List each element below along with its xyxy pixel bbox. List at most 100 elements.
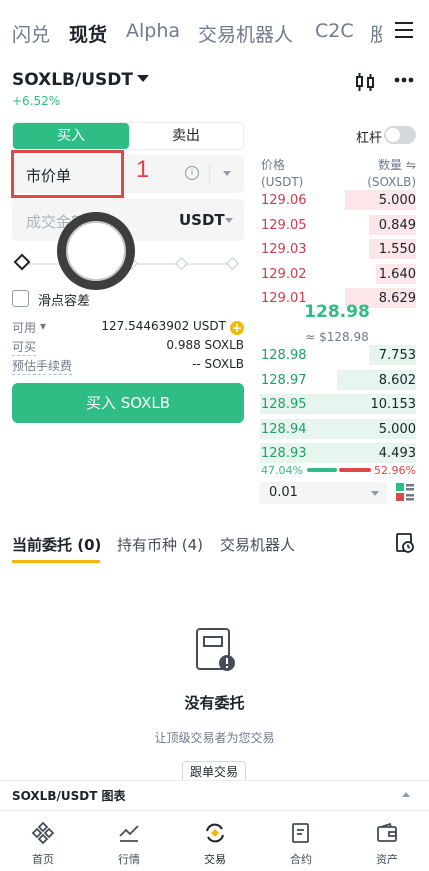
fee-value: -- SOXLB [192, 357, 244, 371]
info-icon[interactable]: i [185, 166, 199, 180]
buy-submit-button[interactable]: 买入 SOXLB [12, 383, 244, 423]
can-buy-label: 可买 [12, 340, 37, 356]
chart-bar-label: SOXLB/USDT 图表 [12, 789, 126, 803]
caret-down-icon[interactable]: ▾ [40, 319, 46, 333]
ask-row[interactable]: 129.06 5.000 [258, 190, 416, 210]
nav-trade[interactable]: 交易 [172, 811, 258, 871]
bid-row[interactable]: 128.95 10.153 [258, 394, 416, 414]
orders-tabs: 当前委托 (0) 持有币种 (4) 交易机器人 [0, 530, 429, 570]
bid-price: 128.95 [261, 397, 307, 412]
sell-ratio-bar [339, 468, 371, 472]
ask-row[interactable]: 129.05 0.849 [258, 214, 416, 235]
plus-icon[interactable]: + [230, 321, 244, 335]
empty-subtitle: 让顶级交易者为您交易 [154, 731, 275, 745]
touch-indicator [57, 212, 135, 290]
buy-sell-toggle: 买入 卖出 [12, 122, 244, 150]
order-history-icon[interactable] [396, 533, 414, 553]
bottom-nav: 首页 行情 交易 合约 资产 [0, 810, 429, 871]
bid-row[interactable]: 128.94 5.000 [258, 418, 416, 439]
tab-holdings[interactable]: 持有币种 (4) [117, 534, 203, 555]
ask-qty: 1.640 [378, 266, 416, 282]
amount-unit-select[interactable]: USDT [179, 211, 225, 229]
futures-icon [292, 823, 309, 843]
precision-select[interactable]: 0.01 [259, 482, 387, 504]
price-change: +6.52% [12, 94, 61, 108]
bid-row[interactable]: 128.93 4.493 [258, 443, 416, 463]
chart-bar[interactable]: SOXLB/USDT 图表 [0, 780, 429, 810]
bid-qty: 8.602 [378, 372, 416, 388]
highlight-box [11, 150, 124, 198]
nav-futures[interactable]: 合约 [258, 811, 344, 871]
top-tabs: 闪兑 现货 Alpha 交易机器人 C2C 股 [0, 0, 429, 62]
buy-ratio: 47.04% [261, 464, 303, 477]
caret-down-icon [371, 491, 379, 496]
swap-icon: ⇋ [405, 158, 416, 172]
bid-price: 128.97 [261, 372, 307, 388]
orderbook-layout-icon[interactable] [396, 483, 414, 501]
ask-row[interactable]: 129.03 1.550 [258, 239, 416, 259]
empty-title: 没有委托 [184, 694, 245, 712]
caret-down-icon [225, 218, 233, 223]
slider-mark[interactable] [175, 257, 188, 270]
bid-qty: 10.153 [370, 397, 417, 412]
ob-price-header: 价格 (USDT) [261, 158, 304, 189]
menu-icon[interactable] [395, 22, 415, 40]
tab-alpha[interactable]: Alpha [126, 20, 180, 42]
bid-row[interactable]: 128.97 8.602 [258, 369, 416, 390]
available-row: 可用 ▾ 127.54463902 USDT + [12, 319, 244, 335]
can-buy-value: 0.988 SOXLB [166, 338, 244, 352]
active-tab-underline [12, 560, 100, 563]
tab-stocks[interactable]: 股 [370, 20, 382, 47]
binance-logo-icon [31, 821, 55, 845]
slider-mark[interactable] [226, 257, 239, 270]
bid-qty: 5.000 [378, 421, 416, 437]
bid-row[interactable]: 128.98 7.753 [258, 345, 416, 365]
tab-trading-bots[interactable]: 交易机器人 [198, 20, 293, 47]
ask-qty: 5.000 [378, 193, 416, 208]
can-buy-row: 可买 0.988 SOXLB [12, 338, 244, 356]
tab-spot[interactable]: 现货 [69, 20, 107, 47]
available-label: 可用 [12, 321, 37, 335]
market-chart-icon [119, 825, 139, 842]
sell-tab[interactable]: 卖出 [129, 123, 243, 149]
pair-selector[interactable]: SOXLB/USDT [12, 70, 149, 90]
empty-orders-icon [196, 628, 235, 671]
leverage-label: 杠杆 [356, 131, 383, 146]
tab-swap[interactable]: 闪兑 [12, 20, 50, 47]
wallet-icon [377, 822, 397, 842]
bid-qty: 7.753 [378, 348, 416, 363]
ob-qty-header[interactable]: 数量 ⇋ (SOXLB) [367, 157, 416, 191]
ask-price: 129.05 [261, 217, 307, 233]
buy-ratio-bar [307, 468, 337, 472]
ask-price: 129.03 [261, 242, 307, 257]
divider [209, 164, 210, 184]
sell-ratio: 52.96% [374, 464, 416, 477]
leverage-switch[interactable] [384, 126, 416, 144]
bid-price: 128.98 [261, 348, 307, 363]
last-price: 128.98 [304, 302, 370, 322]
bid-price: 128.94 [261, 421, 307, 437]
tab-open-orders[interactable]: 当前委托 (0) [12, 534, 101, 555]
annotation-number: 1 [136, 156, 150, 183]
ask-price: 129.06 [261, 193, 307, 208]
buy-tab[interactable]: 买入 [13, 123, 129, 149]
precision-value: 0.01 [269, 485, 298, 500]
bid-price: 128.93 [261, 446, 307, 461]
slippage-label: 滑点容差 [38, 294, 91, 309]
ask-row[interactable]: 129.02 1.640 [258, 263, 416, 284]
tab-bots[interactable]: 交易机器人 [220, 534, 295, 555]
caret-down-icon [136, 75, 149, 82]
slippage-checkbox[interactable] [12, 290, 29, 307]
available-value: 127.54463902 USDT [101, 319, 226, 333]
tab-c2c[interactable]: C2C [315, 20, 354, 42]
candlestick-icon[interactable] [355, 72, 375, 92]
more-icon[interactable] [394, 77, 414, 83]
nav-home[interactable]: 首页 [0, 811, 86, 871]
slider-handle[interactable] [13, 253, 31, 271]
nav-markets[interactable]: 行情 [86, 811, 172, 871]
last-price-fiat: ≈ $128.98 [305, 330, 369, 344]
fee-label: 预估手续费 [12, 359, 73, 375]
trade-icon [206, 823, 224, 843]
pair-name: SOXLB/USDT [12, 70, 133, 90]
nav-assets[interactable]: 资产 [344, 811, 429, 871]
